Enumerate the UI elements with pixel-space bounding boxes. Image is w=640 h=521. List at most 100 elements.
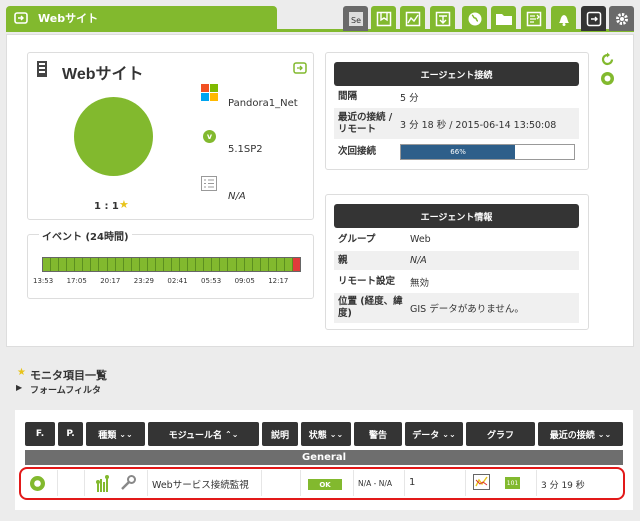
info-key: 位置 (経度、緯度) (338, 296, 403, 319)
description-icon (201, 176, 217, 191)
star-icon: ★ (17, 367, 26, 378)
sort-icon[interactable]: ⌄⌄ (442, 430, 455, 439)
contact-key: 最近の接続 / リモート (338, 111, 393, 135)
alerts-button[interactable] (521, 6, 546, 31)
settings-icon (615, 12, 628, 25)
manage-button[interactable] (371, 6, 396, 31)
module-name[interactable]: Webサービス接続監視 (152, 477, 249, 491)
cell-separator (536, 470, 537, 496)
gis-button[interactable] (462, 6, 487, 31)
event-tick-label: 02:41 (167, 277, 188, 285)
graph-button[interactable] (400, 6, 425, 31)
sort-icon[interactable]: ⌄⌄ (119, 430, 132, 439)
event-cell (220, 258, 229, 271)
data-table-badge[interactable]: 101 (505, 477, 520, 489)
info-row: リモート設定 無効 (334, 272, 579, 291)
module-type-icon (96, 475, 109, 492)
col-graph[interactable]: グラフ (466, 422, 535, 446)
col-description[interactable]: 説明 (262, 422, 298, 446)
form-filter-link[interactable]: フォームフィルタ (30, 383, 101, 396)
event-cell (115, 258, 124, 271)
col-warning[interactable]: 警告 (354, 422, 402, 446)
cell-separator (261, 470, 262, 496)
col-type-label: 種類 (98, 430, 117, 441)
star-icon: ★ (119, 198, 129, 211)
page-title-tab: Webサイト (6, 6, 277, 30)
col-module-name[interactable]: モジュール名 ⌃⌄ (148, 422, 259, 446)
export-icon (435, 11, 450, 26)
info-value: Web (410, 234, 431, 245)
event-cell (123, 258, 132, 271)
agent-description: N/A (228, 191, 246, 202)
cell-separator (147, 470, 148, 496)
col-policy[interactable]: P. (58, 422, 83, 446)
info-key: 親 (338, 254, 348, 266)
col-module-label: モジュール名 (168, 430, 222, 441)
export-button[interactable] (430, 6, 455, 31)
monitor-list-title: モニタ項目一覧 (30, 369, 107, 382)
snapshot-button[interactable]: Se (343, 6, 368, 31)
events-button[interactable] (551, 6, 576, 31)
event-cell (51, 258, 60, 271)
col-force[interactable]: F. (25, 422, 55, 446)
page-title: Webサイト (38, 12, 99, 25)
event-cell (260, 258, 269, 271)
settings-button[interactable] (609, 6, 634, 31)
main-view-button[interactable] (581, 6, 606, 31)
agent-os: Pandora1_Net (228, 98, 298, 109)
info-row: 位置 (経度、緯度) GIS データがありません。 (334, 293, 579, 323)
status-badge: OK (308, 479, 342, 490)
cell-separator (404, 470, 405, 496)
force-check-icon[interactable] (29, 475, 46, 492)
last-contact-value: 3 分 19 秒 (541, 481, 585, 491)
event-tick-label: 23:29 (133, 277, 154, 285)
sort-icon[interactable]: ⌄⌄ (330, 430, 343, 439)
event-tick-label: 13:53 (33, 277, 54, 285)
col-type[interactable]: 種類 ⌄⌄ (86, 422, 145, 446)
event-cell (107, 258, 116, 271)
chart-icon (405, 11, 420, 26)
graph-icon[interactable] (473, 474, 490, 490)
event-cell (244, 258, 253, 271)
svg-text:Se: Se (351, 16, 361, 25)
event-cell (252, 258, 261, 271)
event-tick-label: 17:05 (66, 277, 87, 285)
contact-row: 最近の接続 / リモート 3 分 18 秒 / 2015-06-14 13:50… (334, 108, 579, 139)
contact-value: 3 分 18 秒 / 2015-06-14 13:50:08 (400, 119, 557, 131)
event-tick-label: 05:53 (201, 277, 222, 285)
event-cell (83, 258, 92, 271)
data-value: 1 (409, 477, 416, 488)
cell-separator (300, 470, 301, 496)
event-cell (99, 258, 108, 271)
event-cell (163, 258, 172, 271)
event-cell (180, 258, 189, 271)
windows-icon (201, 84, 218, 101)
event-cell (268, 258, 277, 271)
folder-button[interactable] (491, 6, 516, 31)
cell-separator (465, 470, 466, 496)
sort-icon[interactable]: ⌄⌄ (598, 430, 611, 439)
exit-icon (586, 11, 601, 26)
col-status[interactable]: 状態 ⌄⌄ (301, 422, 351, 446)
expand-arrow-icon[interactable]: ▶ (16, 383, 22, 392)
gis-icon (468, 12, 481, 25)
col-data-label: データ (412, 430, 440, 441)
event-tick-label: 20:17 (100, 277, 121, 285)
warning-value: N/A - N/A (358, 479, 393, 488)
event-cell (188, 258, 197, 271)
version-icon: v (203, 130, 216, 143)
refresh-icon[interactable] (600, 52, 615, 67)
col-last-contact-label: 最近の接続 (549, 430, 595, 441)
progress-fill: 66% (401, 145, 516, 159)
alerts-icon (526, 11, 541, 26)
progress-label: 66% (450, 148, 466, 156)
agent-contact-table: 間隔 5 分 最近の接続 / リモート 3 分 18 秒 / 2015-06-1… (334, 88, 579, 166)
bell-icon (558, 14, 569, 26)
col-data[interactable]: データ ⌄⌄ (405, 422, 463, 446)
agent-status-circle (74, 97, 153, 176)
status-ok-icon[interactable] (600, 71, 615, 86)
wrench-icon[interactable] (120, 474, 137, 491)
sort-icon[interactable]: ⌃⌄ (225, 430, 238, 439)
exit-icon[interactable] (293, 62, 307, 74)
col-last-contact[interactable]: 最近の接続 ⌄⌄ (538, 422, 623, 446)
